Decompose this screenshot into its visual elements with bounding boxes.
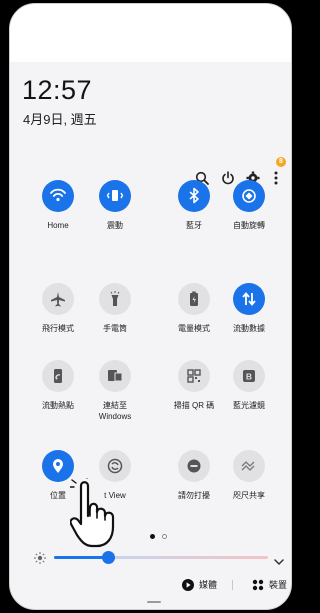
mobile-data-icon bbox=[233, 283, 265, 315]
media-button[interactable]: 媒體 bbox=[182, 578, 217, 591]
devices-button[interactable]: 裝置 bbox=[252, 578, 287, 591]
chevron-down-icon[interactable] bbox=[274, 553, 284, 571]
tile-blue-light-filter[interactable]: B 藍光濾鏡 bbox=[216, 360, 282, 411]
tile-label: 咫尺共享 bbox=[233, 491, 265, 500]
flashlight-icon bbox=[99, 283, 131, 315]
divider bbox=[232, 580, 233, 590]
airplane-icon bbox=[42, 283, 74, 315]
notification-badge: 8 bbox=[276, 157, 286, 167]
hotspot-icon bbox=[42, 360, 74, 392]
nearby-share-icon bbox=[233, 450, 265, 482]
tap-hand-icon bbox=[69, 473, 140, 555]
page-dot[interactable] bbox=[162, 534, 167, 539]
vibrate-icon bbox=[99, 180, 131, 212]
tile-label: 自動旋轉 bbox=[233, 221, 265, 230]
play-icon bbox=[182, 578, 194, 591]
tile-label: 流動數據 bbox=[233, 324, 265, 333]
tile-mobile-data[interactable]: 流動數據 bbox=[216, 283, 282, 334]
tile-link-windows[interactable]: 連結至 Windows bbox=[82, 360, 148, 422]
clock-date: 4月9日, 週五 bbox=[23, 112, 97, 127]
tile-flashlight[interactable]: 手電筒 bbox=[82, 283, 148, 334]
media-label: 媒體 bbox=[199, 580, 218, 590]
do-not-disturb-icon bbox=[178, 450, 210, 482]
page-indicator bbox=[150, 534, 167, 539]
link-windows-icon bbox=[99, 360, 131, 392]
tile-auto-rotate[interactable]: 自動旋轉 bbox=[216, 180, 282, 231]
panel-top-area bbox=[10, 4, 291, 62]
auto-rotate-icon bbox=[233, 180, 265, 212]
blue-light-filter-icon: B bbox=[233, 360, 265, 392]
battery-mode-icon bbox=[178, 283, 210, 315]
tile-label: 藍光濾鏡 bbox=[233, 401, 265, 410]
panel-handle[interactable] bbox=[147, 601, 161, 603]
brightness-track-filled bbox=[54, 556, 108, 559]
phone-screen: 12:57 4月9日, 週五 8 Home 震動 藍牙 自動旋轉 飛行模式 手電筒 電量模式… bbox=[0, 0, 300, 613]
svg-text:B: B bbox=[246, 372, 252, 382]
bluetooth-icon bbox=[178, 180, 210, 212]
tile-label: 震動 bbox=[107, 221, 123, 230]
tile-label: 手電筒 bbox=[103, 324, 127, 333]
devices-label: 裝置 bbox=[269, 580, 288, 590]
devices-icon bbox=[252, 579, 264, 590]
brightness-icon bbox=[34, 551, 46, 569]
wifi-icon bbox=[42, 180, 74, 212]
tile-label: 連結至 Windows bbox=[98, 401, 132, 421]
clock-time: 12:57 bbox=[22, 75, 93, 105]
tile-nearby-share[interactable]: 咫尺共享 bbox=[216, 450, 282, 501]
qr-scan-icon bbox=[178, 360, 210, 392]
page-dot-active[interactable] bbox=[150, 534, 155, 539]
tile-vibrate[interactable]: 震動 bbox=[82, 180, 148, 231]
brightness-track[interactable] bbox=[108, 556, 268, 559]
